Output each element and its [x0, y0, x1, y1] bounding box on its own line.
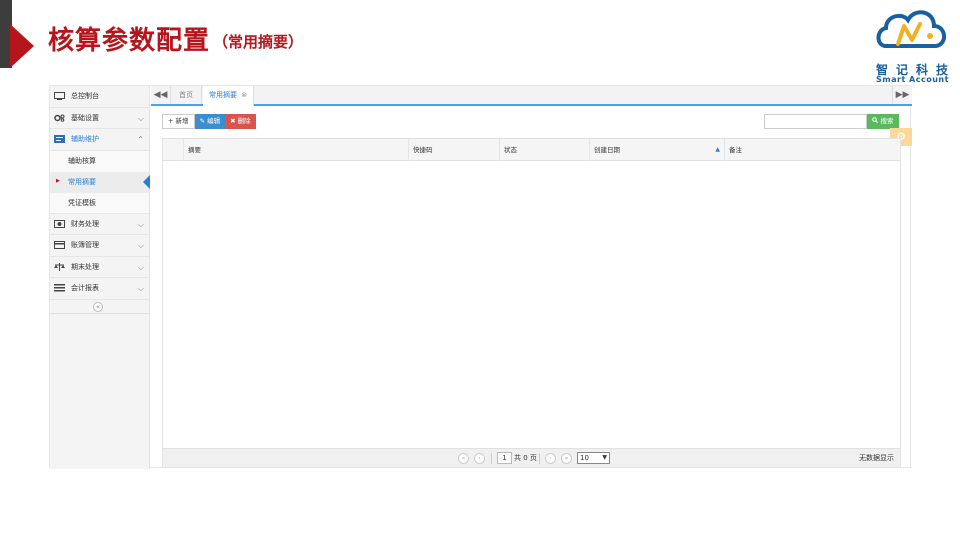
tab-scroll-right-button[interactable]: ▶▶	[892, 86, 912, 104]
gears-icon	[54, 114, 65, 122]
chevron-down-icon: ⌵	[137, 262, 144, 272]
search-icon	[872, 117, 880, 125]
sidebar-item-ledger[interactable]: 账簿管理 ⌵	[50, 235, 149, 257]
chevron-down-icon: ⌵	[137, 284, 144, 293]
sidebar-subitem-label: 辅助核算	[68, 157, 96, 165]
edit-icon: ✎	[199, 117, 205, 125]
sidebar-subitem-label: 凭证模板	[68, 198, 96, 207]
empty-state-text: 无数据显示	[859, 454, 894, 462]
sidebar-divider	[50, 313, 150, 314]
pagination-divider	[539, 453, 540, 464]
delete-icon: ✖	[230, 117, 236, 125]
app-window: 总控制台 基础设置 ⌵ 辅助维护 ⌃ 辅助核算 ▶ 常用摘要 凭证模板 财务处理…	[49, 85, 912, 469]
caret-right-icon: ▶	[56, 177, 60, 184]
sidebar-subitem-aux-accounting[interactable]: 辅助核算	[50, 150, 149, 172]
balance-scale-icon	[54, 262, 65, 271]
page-size-value: 10	[580, 454, 589, 462]
first-page-icon[interactable]: «	[458, 453, 469, 464]
search-button-label: 搜索	[880, 117, 894, 125]
column-header-remark[interactable]: 备注	[724, 139, 894, 161]
tab-bar: ◀◀ 首页 常用摘要 ⊗ ▶▶	[151, 86, 912, 106]
pagination-divider	[491, 453, 492, 464]
sidebar-item-basic-settings[interactable]: 基础设置 ⌵	[50, 108, 149, 129]
sidebar-item-label: 会计报表	[71, 284, 99, 293]
plus-icon: +	[168, 117, 174, 125]
chevron-down-icon: ⌵	[137, 219, 144, 229]
list-icon	[54, 284, 65, 292]
next-page-icon[interactable]: ›	[545, 453, 556, 464]
column-header-summary[interactable]: 摘要	[183, 139, 408, 161]
column-header-created-date[interactable]: 创建日期 ▲	[589, 139, 724, 161]
pagination-bar: « ‹ 1 共 0 页 › » 10 ▼ 无数据显示	[163, 448, 900, 467]
tab-close-icon[interactable]: ⊗	[241, 91, 247, 99]
active-pointer-icon	[143, 174, 150, 189]
chevron-down-icon: ⌵	[137, 241, 144, 250]
edit-button-label: 编辑	[207, 117, 221, 125]
sidebar-subitem-label: 常用摘要	[68, 178, 96, 186]
sidebar: 总控制台 基础设置 ⌵ 辅助维护 ⌃ 辅助核算 ▶ 常用摘要 凭证模板 财务处理…	[50, 86, 150, 469]
monitor-icon	[54, 92, 65, 101]
sidebar-item-label: 基础设置	[71, 113, 99, 122]
column-header-shortcut[interactable]: 快捷码	[408, 139, 499, 161]
sidebar-subitem-common-summary[interactable]: ▶ 常用摘要	[50, 171, 150, 193]
page-size-select[interactable]: 10 ▼	[577, 452, 610, 464]
slide-subtitle: （常用摘要）	[213, 33, 304, 51]
credit-card-icon	[54, 241, 65, 250]
slide-title: 核算参数配置	[48, 26, 211, 56]
sidebar-item-reports[interactable]: 会计报表 ⌵	[50, 278, 149, 300]
sidebar-item-label: 辅助维护	[71, 135, 99, 144]
delete-button-label: 删除	[237, 117, 251, 125]
column-header-status[interactable]: 状态	[499, 139, 589, 161]
sidebar-item-label: 账簿管理	[71, 241, 99, 250]
add-button-label: 新增	[175, 117, 189, 125]
marker-red-arrow	[10, 24, 34, 68]
sidebar-item-label: 期末处理	[71, 262, 99, 271]
search-button[interactable]: 搜索	[867, 114, 899, 129]
main-content: ◀◀ 首页 常用摘要 ⊗ ▶▶ + 新增 ✎ 编辑 ✖ 删除 搜索 ⚙ 摘要 快…	[151, 86, 912, 469]
sidebar-item-period-end[interactable]: 期末处理 ⌵	[50, 257, 149, 278]
toolbar: + 新增 ✎ 编辑 ✖ 删除	[162, 114, 256, 129]
prev-page-icon[interactable]: ‹	[474, 453, 485, 464]
sidebar-collapse-button[interactable]: «	[93, 302, 103, 312]
logo-english-text: Smart Account	[876, 75, 949, 84]
tab-label: 常用摘要	[209, 91, 237, 99]
sidebar-item-finance[interactable]: 财务处理 ⌵	[50, 214, 149, 235]
table-header: 摘要 快捷码 状态 创建日期 ▲ 备注	[163, 139, 900, 161]
tab-home[interactable]: 首页	[171, 86, 202, 104]
data-table: 摘要 快捷码 状态 创建日期 ▲ 备注 « ‹ 1 共 0 页 › » 10 ▼…	[162, 138, 901, 468]
add-button[interactable]: + 新增	[162, 114, 195, 129]
card-list-icon	[54, 135, 65, 144]
sidebar-item-label: 总控制台	[71, 92, 99, 101]
sidebar-item-console[interactable]: 总控制台	[50, 86, 149, 108]
chevron-up-icon: ⌃	[137, 135, 144, 144]
tab-scroll-left-button[interactable]: ◀◀	[151, 86, 171, 104]
tab-common-summary[interactable]: 常用摘要 ⊗	[203, 86, 255, 106]
sort-icon[interactable]: ▲	[715, 139, 720, 161]
sidebar-subitem-voucher-template[interactable]: 凭证模板	[50, 192, 149, 214]
total-pages-text: 共 0 页	[514, 454, 537, 462]
edit-button[interactable]: ✎ 编辑	[194, 114, 226, 129]
sidebar-item-label: 财务处理	[71, 219, 99, 228]
last-page-icon[interactable]: »	[561, 453, 572, 464]
column-label: 创建日期	[594, 146, 620, 154]
money-icon	[54, 219, 65, 228]
page-number-input[interactable]: 1	[497, 452, 512, 464]
delete-button[interactable]: ✖ 删除	[225, 114, 256, 129]
sidebar-item-aux-maintenance[interactable]: 辅助维护 ⌃	[50, 129, 149, 151]
chevron-down-icon: ▼	[602, 454, 607, 461]
chevron-down-icon: ⌵	[137, 113, 144, 123]
search-input[interactable]	[764, 114, 867, 129]
